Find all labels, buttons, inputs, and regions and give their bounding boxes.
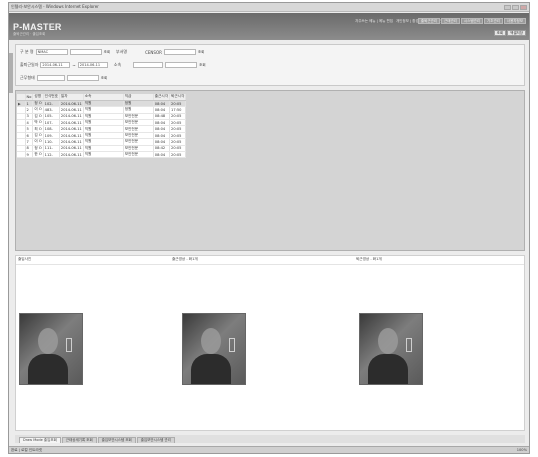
window-controls — [504, 4, 527, 10]
attendance-table: No 성명 인식번호 일자 소속 직급 출근시각 퇴근시각 ▶ 1 정 O 10… — [17, 94, 187, 159]
cell-name: 최 O — [32, 125, 44, 133]
cell-id: 112- — [43, 151, 60, 159]
photo-label-checkin: 출근영상 - 화1개 — [172, 257, 198, 261]
side-panel-toggle[interactable] — [9, 53, 13, 93]
column-header-in[interactable]: 출근시각 — [153, 94, 171, 101]
excel-export-button[interactable]: 엑셀저장 — [507, 30, 526, 36]
main-menu: 출퇴근관리 근태관리 시스템관리 기초관리 사용자정보 — [417, 18, 526, 24]
cell-dept: 직원 — [83, 151, 124, 159]
menu-item-work[interactable]: 근태관리 — [441, 18, 460, 24]
date-to-field[interactable]: 2014-06-11 — [77, 62, 108, 68]
censor-field[interactable] — [163, 49, 196, 55]
breadcrumb: 출퇴근관리 · 출입조회 — [13, 32, 46, 36]
tab-security-view[interactable]: 출입보안시스템 조회 — [97, 437, 136, 443]
status-bar: 완료 | 로컬 인트라넷 100% — [9, 446, 529, 453]
tab-security-manage[interactable]: 출입보안시스템 관리 — [136, 437, 175, 443]
label-censor: CENSOR — [145, 49, 162, 55]
cell-out: 20:05 — [169, 151, 187, 159]
bottom-tabs: Draw Mode 출입조회 근태상세기록 조회 출입보안시스템 조회 출입보안… — [15, 435, 525, 443]
header-actions: 조회 엑셀저장 — [493, 30, 526, 36]
cell-name: 한 O — [32, 151, 44, 159]
affiliation-code-field[interactable] — [133, 62, 164, 68]
work-type-name-field[interactable] — [66, 75, 99, 81]
body-shape — [368, 354, 408, 384]
category-name-field[interactable] — [69, 49, 102, 55]
face-shape — [378, 328, 398, 354]
work-type-search-button[interactable]: 조회 — [101, 76, 107, 81]
date-separator: ~ — [72, 62, 76, 68]
search-button[interactable]: 조회 — [493, 30, 507, 36]
maximize-button[interactable] — [512, 4, 519, 10]
cell-in: 08:04 — [153, 151, 171, 159]
cell-name: 정 O — [32, 145, 44, 153]
door-shape — [66, 338, 72, 352]
door-shape — [229, 338, 235, 352]
category-search-button[interactable]: 조회 — [104, 50, 110, 55]
search-row-1: 구 분 명 NMAC 조회 부서명 CENSOR 조회 — [20, 49, 204, 55]
menu-item-user[interactable]: 사용자정보 — [503, 18, 526, 24]
affiliation-name-field[interactable] — [165, 62, 198, 68]
table-row[interactable]: 9 한 O 112- 2014-06-11 직원 보안전문 08:04 20:0… — [17, 151, 187, 159]
browser-window: 인텔리-보안시스템 - Windows Internet Explorer P-… — [8, 2, 530, 454]
attendance-grid: No 성명 인식번호 일자 소속 직급 출근시각 퇴근시각 ▶ 1 정 O 10… — [15, 90, 525, 251]
cell-name: 정 O — [32, 100, 44, 108]
cell-name: 김 O — [32, 113, 44, 121]
title-bar: 인텔리-보안시스템 - Windows Internet Explorer — [9, 3, 529, 12]
close-button[interactable] — [520, 4, 527, 10]
window-title: 인텔리-보안시스템 - Windows Internet Explorer — [11, 4, 99, 9]
date-from-field[interactable]: 2014-06-11 — [40, 62, 71, 68]
checkin-photo[interactable] — [182, 313, 246, 385]
cell-name: 김 O — [32, 132, 44, 140]
menu-item-basic[interactable]: 기초관리 — [484, 18, 503, 24]
photo-panel: 출입사진 출근영상 - 화1개 퇴근영상 - 화1개 — [15, 255, 525, 431]
label-affiliation: 소속 — [113, 62, 122, 67]
search-panel: 구 분 명 NMAC 조회 부서명 CENSOR 조회 출퇴근일자 2014-0… — [15, 44, 525, 86]
checkout-photo[interactable] — [359, 313, 423, 385]
label-work-type: 근무형태 — [20, 75, 35, 80]
work-type-code-field[interactable] — [36, 75, 65, 81]
column-header-id[interactable]: 인식번호 — [43, 94, 60, 101]
top-link-favorites[interactable]: 자주쓰는 메뉴 | 메뉴 편집 — [355, 19, 393, 24]
divider — [16, 264, 524, 265]
zoom-level[interactable]: 100% — [517, 448, 527, 452]
label-date: 출퇴근일자 — [20, 62, 39, 67]
affiliation-search-button[interactable]: 조회 — [199, 63, 205, 68]
menu-item-attendance[interactable]: 출퇴근관리 — [417, 18, 440, 24]
body-shape — [191, 354, 231, 384]
app-header: P-MASTER 출퇴근관리 · 출입조회 자주쓰는 메뉴 | 메뉴 편집 개인… — [9, 13, 529, 40]
photo-label-access: 출입사진 — [18, 257, 32, 261]
label-department: 부서명 — [116, 49, 128, 54]
cell-rank: 보안전문 — [123, 151, 154, 159]
search-row-3: 근무형태 조회 — [20, 75, 107, 81]
face-shape — [38, 328, 58, 354]
face-shape — [201, 328, 221, 354]
cell-name: 박 O — [32, 119, 44, 127]
censor-search-button[interactable]: 조회 — [198, 50, 204, 55]
tab-access-view[interactable]: Draw Mode 출입조회 — [19, 437, 61, 443]
cell-name: 이 O — [32, 138, 44, 146]
category-field[interactable]: NMAC — [35, 49, 68, 55]
cell-no: 9 — [25, 151, 34, 159]
access-photo[interactable] — [19, 313, 83, 385]
row-selector — [17, 151, 26, 159]
door-shape — [406, 338, 412, 352]
label-category: 구 분 명 — [20, 49, 34, 54]
column-header-out[interactable]: 퇴근시각 — [169, 94, 187, 101]
cell-name: 이 O — [32, 106, 44, 114]
status-text: 완료 | 로컬 인트라넷 — [11, 447, 43, 452]
photo-label-checkout: 퇴근영상 - 화1개 — [356, 257, 382, 261]
minimize-button[interactable] — [504, 4, 511, 10]
body-shape — [28, 354, 68, 384]
search-row-2: 출퇴근일자 2014-06-11 ~ 2014-06-11 소속 조회 — [20, 62, 206, 68]
tab-attendance-detail[interactable]: 근태상세기록 조회 — [61, 437, 97, 443]
menu-item-system[interactable]: 시스템관리 — [460, 18, 483, 24]
cell-date: 2014-06-11 — [59, 151, 84, 159]
app-logo[interactable]: P-MASTER — [13, 22, 62, 32]
